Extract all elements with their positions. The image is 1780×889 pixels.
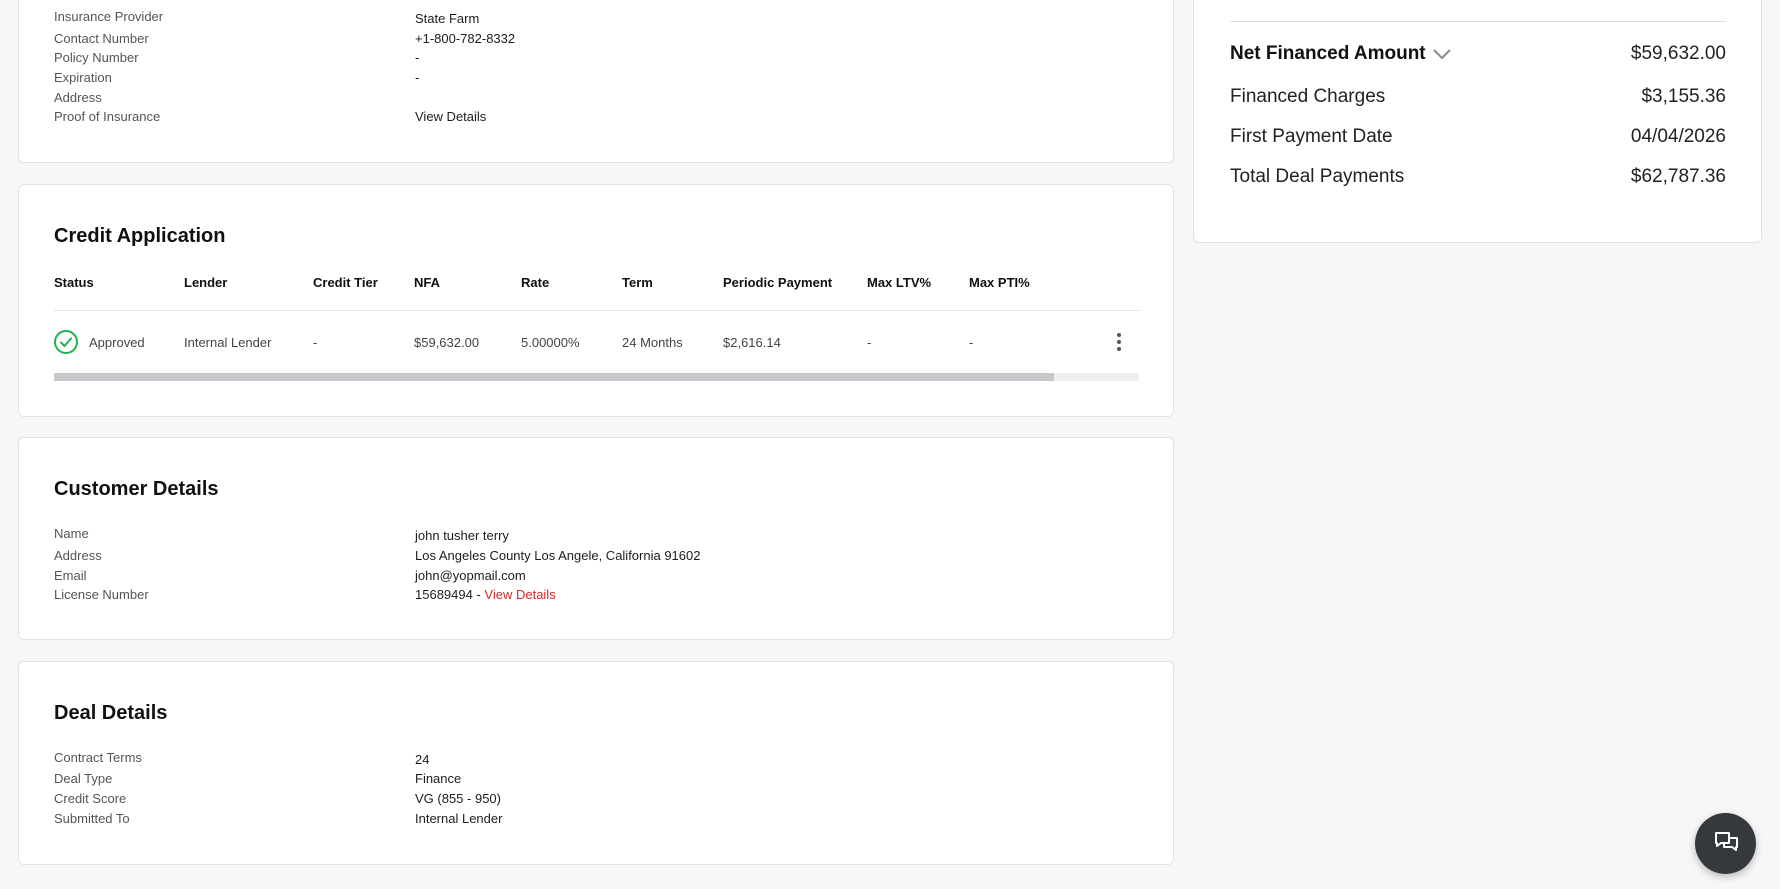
max-ltv-value: - (867, 335, 872, 350)
policy-number-label: Policy Number (54, 50, 139, 65)
policy-number-value: - (415, 50, 420, 65)
chat-icon (1715, 832, 1738, 851)
column-header-max-pti: Max PTI% (969, 275, 1030, 290)
customer-address-value: Los Angeles County Los Angele, Californi… (415, 548, 701, 563)
license-view-details-link[interactable]: View Details (484, 587, 555, 602)
net-financed-amount-value: $59,632.00 (1630, 43, 1726, 64)
license-number-value: 15689494 - View Details (415, 587, 556, 602)
credit-score-label: Credit Score (54, 791, 127, 806)
column-header-periodic-payment: Periodic Payment (723, 275, 833, 290)
table-header-divider (54, 310, 1139, 311)
nfa-value: $59,632.00 (414, 335, 480, 350)
column-header-nfa: NFA (414, 275, 440, 290)
contract-terms-value: 24 (415, 752, 430, 767)
deal-type-label: Deal Type (54, 771, 113, 786)
column-header-rate: Rate (521, 275, 550, 290)
contract-terms-label: Contract Terms (54, 750, 142, 765)
first-payment-date-label: First Payment Date (1230, 126, 1393, 147)
expiration-label: Expiration (54, 70, 112, 85)
credit-score-value: VG (855 - 950) (415, 791, 501, 806)
credit-application-card: Credit Application Status Lender Credit … (18, 184, 1174, 417)
expiration-value: - (415, 70, 420, 85)
license-number-label: License Number (54, 587, 149, 602)
customer-email-value: john@yopmail.com (415, 568, 526, 583)
proof-of-insurance-label: Proof of Insurance (54, 109, 161, 124)
summary-divider (1230, 21, 1726, 22)
total-deal-payments-label: Total Deal Payments (1230, 166, 1405, 187)
credit-tier-value: - (313, 335, 318, 350)
customer-name-value: john tusher terry (415, 528, 509, 543)
column-header-term: Term (622, 275, 653, 290)
column-header-credit-tier: Credit Tier (313, 275, 378, 290)
credit-application-title: Credit Application (54, 225, 226, 247)
submitted-to-value: Internal Lender (415, 811, 503, 826)
customer-address-label: Address (54, 548, 102, 563)
first-payment-date-value: 04/04/2026 (1630, 126, 1726, 147)
insurance-provider-value: State Farm (415, 11, 480, 26)
financed-charges-value: $3,155.36 (1641, 86, 1726, 107)
net-financed-amount-label: Net Financed Amount (1230, 43, 1452, 65)
customer-email-label: Email (54, 568, 87, 583)
horizontal-scrollbar[interactable] (54, 373, 1139, 381)
submitted-to-label: Submitted To (54, 811, 130, 826)
more-options-icon[interactable] (1111, 331, 1127, 355)
proof-of-insurance-view-details-link[interactable]: View Details (415, 109, 486, 124)
customer-details-card: Customer Details Name john tusher terry … (18, 437, 1174, 640)
chat-button[interactable] (1695, 813, 1756, 874)
scrollbar-thumb[interactable] (54, 373, 1055, 381)
insurance-address-label: Address (54, 90, 102, 105)
lender-value: Internal Lender (184, 335, 272, 350)
total-deal-payments-value: $62,787.36 (1630, 166, 1726, 187)
status-value: Approved (89, 335, 145, 350)
column-header-max-ltv: Max LTV% (867, 275, 932, 290)
insurance-provider-label: Insurance Provider (54, 9, 164, 24)
insurance-card: Insurance Provider State Farm Contact Nu… (18, 0, 1174, 163)
net-financed-amount-label-text: Net Financed Amount (1230, 43, 1426, 64)
check-circle-icon (54, 330, 78, 354)
deal-details-card: Deal Details Contract Terms 24 Deal Type… (18, 661, 1174, 865)
customer-details-title: Customer Details (54, 478, 219, 500)
term-value: 24 Months (622, 335, 683, 350)
contact-number-value: +1-800-782-8332 (415, 31, 516, 46)
deal-summary-card: Net Financed Amount $59,632.00 Financed … (1193, 0, 1762, 243)
periodic-payment-value: $2,616.14 (723, 335, 781, 350)
deal-type-value: Finance (415, 771, 462, 786)
license-number-text: 15689494 - (415, 587, 485, 602)
rate-value: 5.00000% (521, 335, 580, 350)
deal-details-title: Deal Details (54, 702, 168, 724)
chevron-down-icon[interactable] (1432, 48, 1452, 60)
column-header-status: Status (54, 275, 94, 290)
column-header-lender: Lender (184, 275, 228, 290)
max-pti-value: - (969, 335, 974, 350)
customer-name-label: Name (54, 526, 89, 541)
financed-charges-label: Financed Charges (1230, 86, 1386, 107)
contact-number-label: Contact Number (54, 31, 149, 46)
